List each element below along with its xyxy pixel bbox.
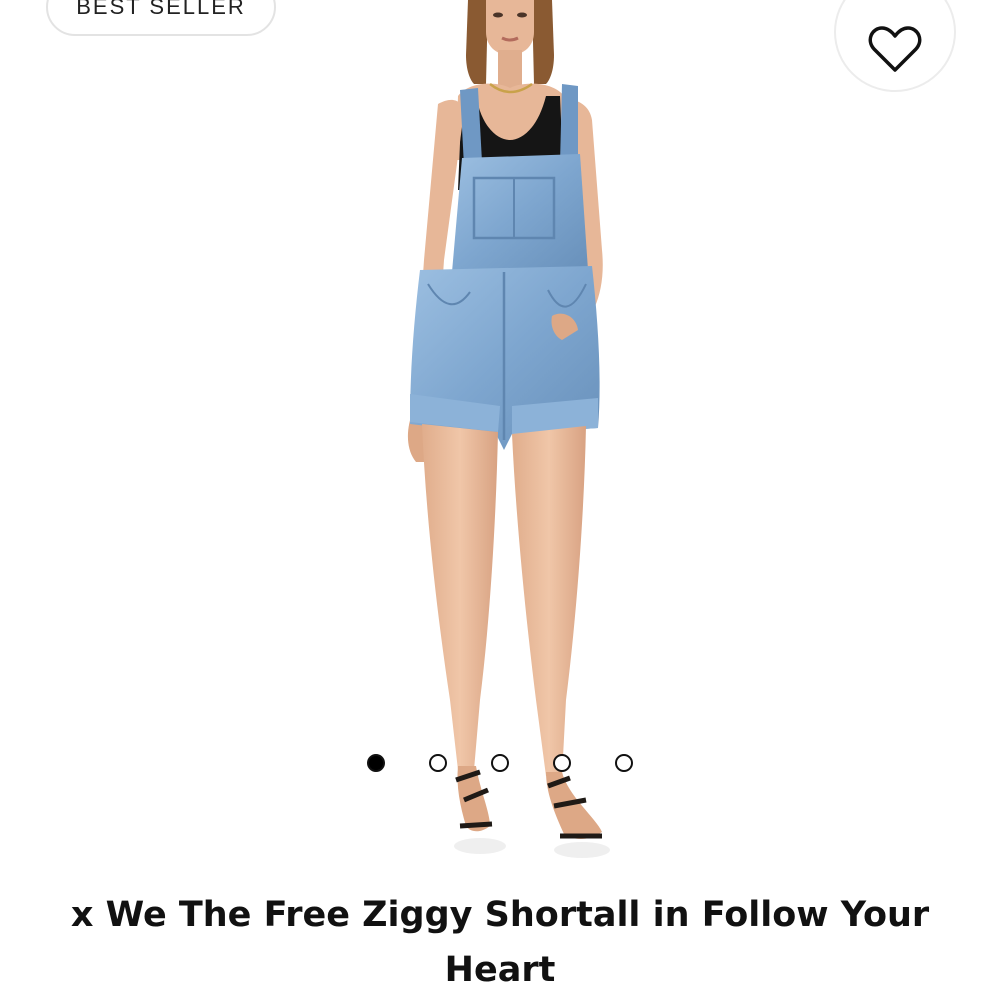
heart-icon: [868, 26, 922, 72]
gallery-dot-4[interactable]: [553, 754, 571, 772]
product-image: [407, 0, 610, 858]
best-seller-badge: BEST SELLER: [46, 0, 276, 36]
gallery-dot-5[interactable]: [615, 754, 633, 772]
badge-label: BEST SELLER: [76, 0, 246, 19]
product-title: x We The Free Ziggy Shortall in Follow Y…: [70, 895, 930, 990]
gallery-dot-1[interactable]: [367, 754, 385, 772]
gallery-dot-2[interactable]: [429, 754, 447, 772]
gallery-pagination: [0, 754, 1000, 772]
favorite-button[interactable]: [834, 0, 956, 92]
gallery-dot-3[interactable]: [491, 754, 509, 772]
